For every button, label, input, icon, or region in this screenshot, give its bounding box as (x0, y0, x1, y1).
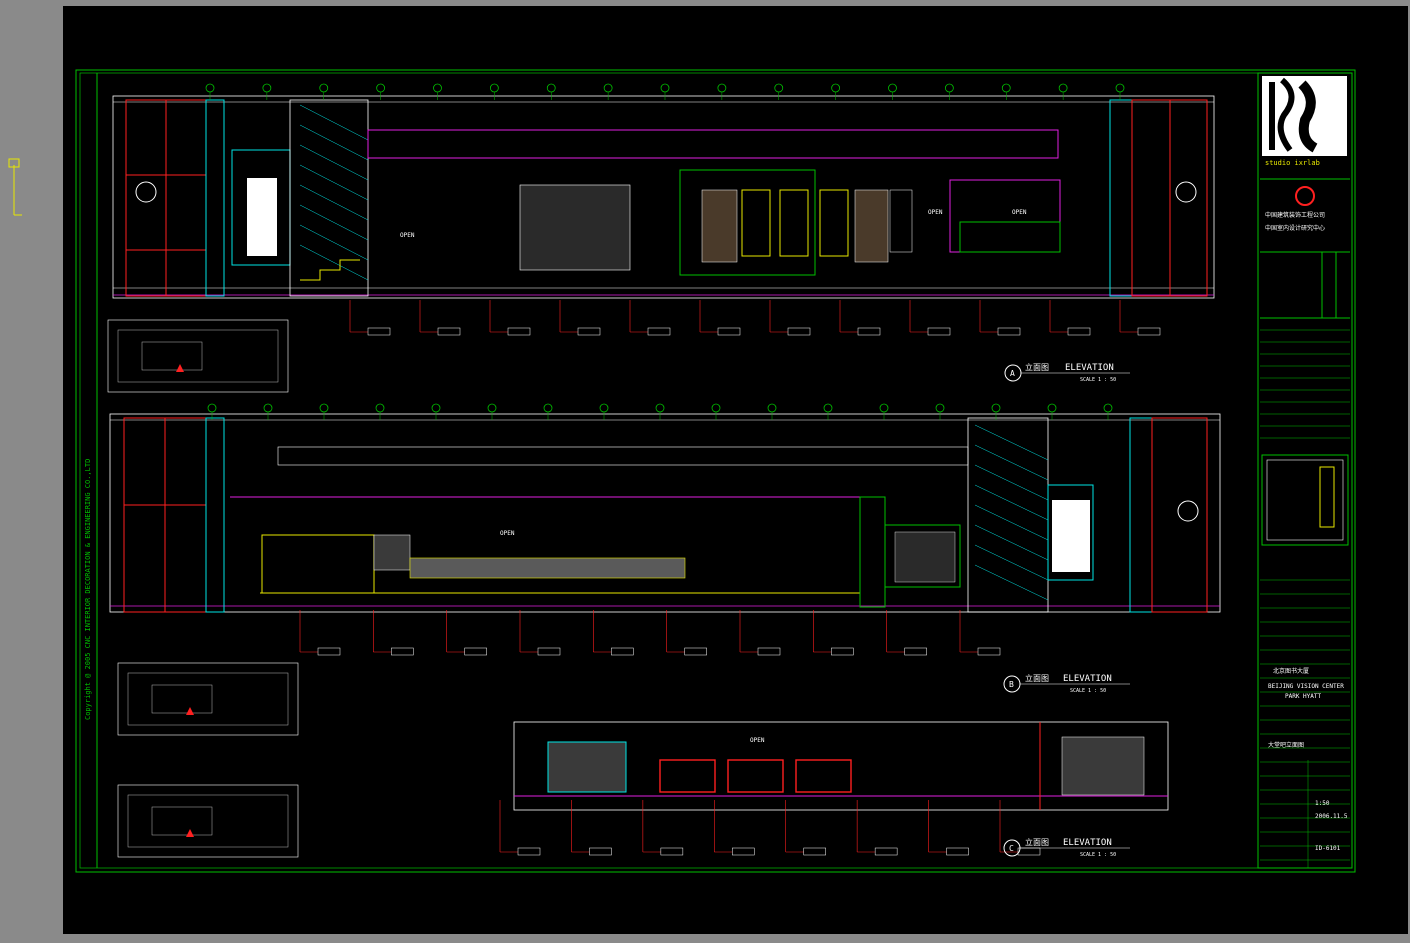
svg-text:立面图: 立面图 (1025, 362, 1049, 372)
project-name-cn: 北京图书大厦 (1273, 667, 1309, 675)
company-sub-name: 中国室内设计研究中心 (1265, 224, 1325, 232)
scale-value: 1:50 (1315, 800, 1330, 807)
open-label-a1: OPEN (400, 232, 415, 239)
svg-text:SCALE 1 : 50: SCALE 1 : 50 (1080, 377, 1116, 383)
svg-text:B: B (1009, 680, 1014, 689)
svg-text:立面图: 立面图 (1025, 837, 1049, 847)
project-name-en: BEIJING VISION CENTER (1268, 683, 1344, 690)
date-value: 2006.11.5 (1315, 813, 1348, 820)
svg-text:A: A (1010, 369, 1015, 378)
company-name: 中国建筑装饰工程公司 (1265, 211, 1325, 219)
project-sub: PARK HYATT (1285, 693, 1322, 700)
open-label-a2: OPEN (928, 209, 943, 216)
open-label-a3: OPEN (1012, 209, 1027, 216)
svg-text:SCALE 1 : 50: SCALE 1 : 50 (1070, 688, 1106, 694)
ucs-axis-icon (8, 158, 22, 216)
drawing-number: ID-6101 (1315, 845, 1341, 852)
open-label-c: OPEN (750, 737, 765, 744)
copyright-note: Copyright @ 2005 CNC INTERIOR DECORATION… (84, 459, 92, 720)
svg-text:ELEVATION: ELEVATION (1065, 363, 1114, 373)
svg-text:立面图: 立面图 (1025, 673, 1049, 683)
svg-text:ELEVATION: ELEVATION (1063, 838, 1112, 848)
logo-caption: studio ixrlab (1265, 159, 1320, 167)
svg-text:C: C (1009, 844, 1014, 853)
drawing-title: 大堂吧立面图 (1268, 741, 1304, 749)
cad-workspace[interactable]: Copyright @ 2005 CNC INTERIOR DECORATION… (0, 0, 1410, 943)
svg-text:ELEVATION: ELEVATION (1063, 674, 1112, 684)
open-label-b: OPEN (500, 530, 515, 537)
svg-text:SCALE 1 : 50: SCALE 1 : 50 (1080, 852, 1116, 858)
